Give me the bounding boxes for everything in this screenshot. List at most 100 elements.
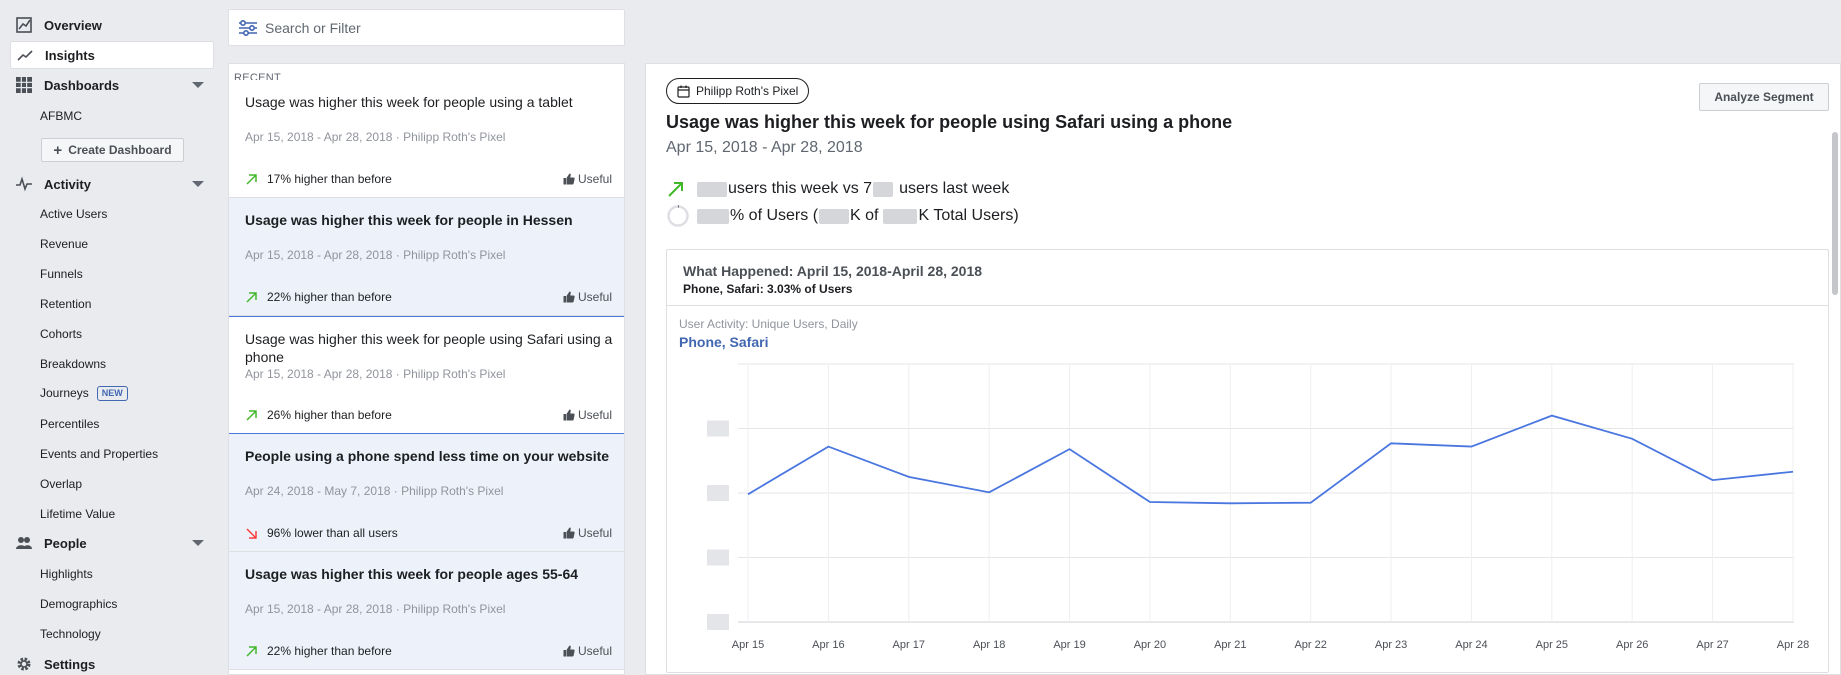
x-tick-label: Apr 15 — [732, 639, 764, 651]
insight-card[interactable]: Usage was higher this week for people ag… — [229, 552, 624, 670]
sidebar-item-breakdowns[interactable]: Breakdowns — [40, 354, 106, 374]
nav-insights[interactable]: Insights — [10, 41, 214, 69]
create-dashboard-label: Create Dashboard — [68, 143, 172, 157]
insight-card-title: People using a phone spend less time on … — [245, 448, 610, 464]
insight-card-stat-text: 96% lower than all users — [267, 526, 398, 540]
trend-icon — [17, 47, 33, 63]
analyze-segment-button[interactable]: Analyze Segment — [1699, 83, 1829, 111]
insight-card[interactable]: Usage was higher this week for people us… — [229, 80, 624, 198]
data-point[interactable] — [1388, 440, 1394, 446]
search-bar[interactable] — [228, 9, 625, 46]
sidebar-item-retention[interactable]: Retention — [40, 294, 91, 314]
share-text-c: K Total Users) — [918, 207, 1019, 224]
scrollbar[interactable] — [1832, 132, 1838, 295]
insight-card[interactable]: Usage was higher this week for people us… — [229, 316, 624, 434]
data-point[interactable] — [1067, 446, 1073, 452]
redacted-value — [873, 181, 894, 197]
useful-button[interactable]: Useful — [563, 408, 612, 422]
data-point[interactable] — [1308, 500, 1314, 506]
insight-card-title: Usage was higher this week for people us… — [245, 331, 613, 365]
line-chart: Apr 15 Apr 16 Apr 17 Apr 18 Apr 19 Apr 20 Apr … — [707, 363, 1809, 651]
calendar-icon — [677, 85, 690, 98]
share-text-a: % of Users ( — [730, 207, 819, 224]
nav-activity-label: Activity — [44, 176, 91, 192]
y-tick-label-redacted — [707, 420, 729, 437]
sidebar-item-journeys[interactable]: Journeys NEW — [40, 383, 128, 403]
chevron-down-icon[interactable] — [192, 82, 204, 88]
x-tick-label: Apr 23 — [1375, 639, 1407, 651]
create-dashboard-button[interactable]: + Create Dashboard — [41, 138, 184, 162]
redacted-value — [883, 208, 918, 224]
x-tick-label: Apr 24 — [1455, 639, 1487, 651]
data-point[interactable] — [1629, 436, 1635, 442]
data-point[interactable] — [1549, 413, 1555, 419]
nav-dashboards[interactable]: Dashboards — [10, 71, 214, 99]
sidebar-item-funnels[interactable]: Funnels — [40, 264, 83, 284]
data-point[interactable] — [1468, 444, 1474, 450]
trend-up-icon — [246, 291, 257, 303]
useful-button[interactable]: Useful — [563, 644, 612, 658]
useful-button[interactable]: Useful — [563, 172, 612, 186]
insight-card[interactable]: Usage was higher this week for people in… — [229, 198, 624, 316]
data-point[interactable] — [1147, 499, 1153, 505]
sidebar-item-highlights[interactable]: Highlights — [40, 564, 93, 584]
data-point[interactable] — [906, 474, 912, 480]
useful-button[interactable]: Useful — [563, 290, 612, 304]
nav-people[interactable]: People — [10, 529, 214, 557]
thumbs-up-icon — [563, 409, 575, 421]
nav-dashboards-label: Dashboards — [44, 77, 120, 93]
insight-card-meta: Apr 24, 2018 - May 7, 2018 · Philipp Rot… — [245, 484, 504, 498]
x-tick-label: Apr 19 — [1053, 639, 1085, 651]
chevron-down-icon[interactable] — [192, 540, 204, 546]
sidebar-item-revenue[interactable]: Revenue — [40, 234, 88, 254]
x-tick-label: Apr 26 — [1616, 639, 1648, 651]
data-point[interactable] — [1710, 477, 1716, 483]
trend-up-icon — [666, 177, 690, 201]
insight-card[interactable]: People using a phone spend less time on … — [229, 434, 624, 552]
useful-button[interactable]: Useful — [563, 526, 612, 540]
pixel-pill[interactable]: Philipp Roth's Pixel — [666, 78, 810, 104]
useful-label: Useful — [577, 644, 612, 658]
search-input[interactable] — [265, 19, 605, 36]
nav-settings[interactable]: Settings — [10, 650, 214, 675]
sidebar-item-cohorts[interactable]: Cohorts — [40, 324, 82, 344]
sidebar-item-percentiles[interactable]: Percentiles — [40, 414, 99, 434]
data-point[interactable] — [1790, 469, 1796, 475]
insight-card-meta: Apr 15, 2018 - Apr 28, 2018 · Philipp Ro… — [245, 248, 506, 262]
redacted-value — [819, 208, 850, 224]
x-tick-label: Apr 21 — [1214, 639, 1246, 651]
trend-up-icon — [246, 173, 257, 185]
new-badge: NEW — [96, 385, 128, 401]
sidebar-item-lifetime-value[interactable]: Lifetime Value — [40, 504, 115, 524]
sidebar-item-journeys-label: Journeys — [40, 386, 89, 400]
filter-icon[interactable] — [237, 17, 259, 39]
y-tick-label-redacted — [707, 549, 729, 566]
nav-activity[interactable]: Activity — [10, 170, 214, 198]
insight-card-stat: 22% higher than before — [245, 290, 392, 304]
plus-icon: + — [53, 141, 63, 159]
x-tick-label: Apr 17 — [893, 639, 925, 651]
insight-card-meta: Apr 15, 2018 - Apr 28, 2018 · Philipp Ro… — [245, 130, 506, 144]
data-point[interactable] — [745, 491, 751, 497]
data-point[interactable] — [1227, 500, 1233, 506]
users-last-week-text: users last week — [899, 180, 1010, 197]
sidebar-item-afbmc[interactable]: AFBMC — [40, 106, 82, 126]
x-tick-label: Apr 27 — [1696, 639, 1728, 651]
data-point[interactable] — [825, 444, 831, 450]
x-tick-label: Apr 25 — [1536, 639, 1568, 651]
users-this-week-text: users this week vs 7 — [728, 180, 873, 197]
sidebar-item-technology[interactable]: Technology — [40, 624, 101, 644]
chevron-down-icon[interactable] — [192, 181, 204, 187]
thumbs-up-icon — [563, 645, 575, 657]
sidebar-item-overlap[interactable]: Overlap — [40, 474, 82, 494]
sidebar-item-events-properties[interactable]: Events and Properties — [40, 444, 158, 464]
sidebar-item-demographics[interactable]: Demographics — [40, 594, 117, 614]
insight-title: Usage was higher this week for people us… — [666, 112, 1233, 132]
overview-icon — [16, 17, 32, 33]
trend-down-icon — [246, 527, 257, 539]
nav-overview[interactable]: Overview — [10, 11, 214, 39]
sidebar-item-active-users[interactable]: Active Users — [40, 204, 107, 224]
redacted-value — [697, 208, 729, 224]
data-point[interactable] — [986, 489, 992, 495]
insight-card-stat-text: 17% higher than before — [267, 172, 392, 186]
